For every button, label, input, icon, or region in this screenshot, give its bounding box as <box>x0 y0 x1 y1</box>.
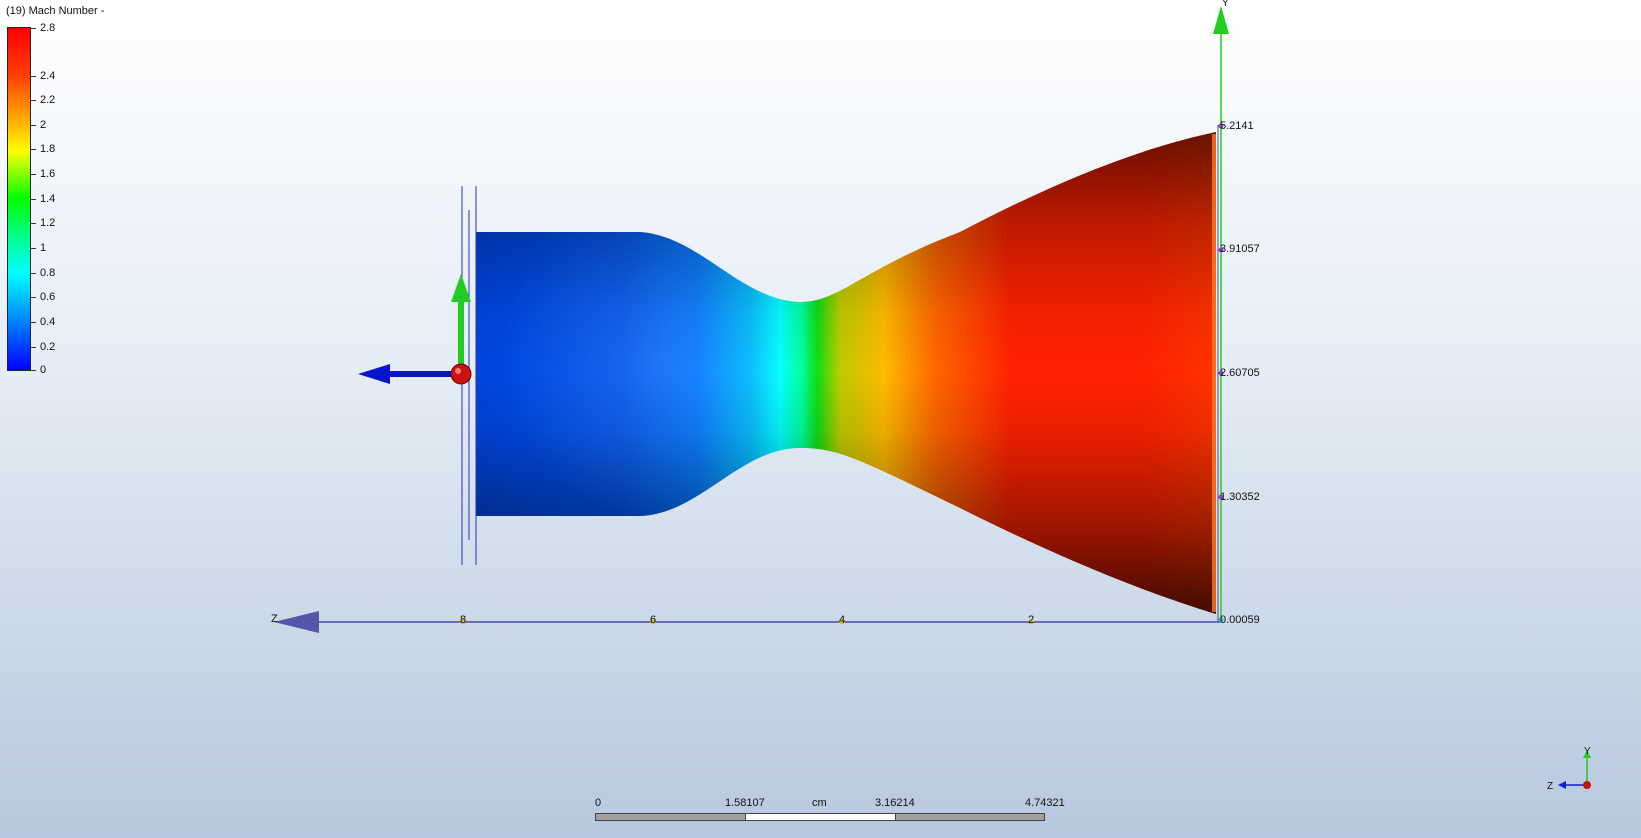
z-tick-label: 6 <box>650 614 656 626</box>
y-tick-label: 0.00059 <box>1220 614 1260 626</box>
scale-segment <box>895 813 1045 821</box>
z-axis: Z 8 6 4 2 <box>271 611 1221 633</box>
z-tick-label: 2 <box>1028 614 1034 626</box>
scale-label: 4.74321 <box>1025 797 1065 809</box>
y-tick-label: 2.60705 <box>1220 367 1260 379</box>
scale-unit-label: cm <box>812 797 827 809</box>
scale-label: 1.58107 <box>725 797 765 809</box>
axis-triad-icon: Y Z <box>1547 746 1591 790</box>
move-gizmo-icon[interactable] <box>358 274 472 385</box>
scale-segment <box>595 813 746 821</box>
y-tick-label: 1.30352 <box>1220 491 1260 503</box>
y-axis-label: Y <box>1222 0 1229 9</box>
z-tick-label: 4 <box>839 614 845 626</box>
3d-viewport[interactable]: (19) Mach Number - 2.8 2.4 2.2 2 1.8 1.6… <box>0 0 1641 838</box>
scale-bar: 0 1.58107 cm 3.16214 4.74321 <box>595 797 1065 829</box>
nozzle-scene: Z 8 6 4 2 Y 5.2141 3.91057 2.60705 1.303… <box>271 0 1260 633</box>
y-tick-label: 5.2141 <box>1220 120 1254 132</box>
triad-y-label: Y <box>1584 746 1591 757</box>
y-axis: Y 5.2141 3.91057 2.60705 1.30352 0.00059 <box>1213 0 1260 626</box>
triad-z-label: Z <box>1547 781 1553 790</box>
scale-segment <box>745 813 896 821</box>
y-tick-label: 3.91057 <box>1220 243 1260 255</box>
scale-label: 3.16214 <box>875 797 915 809</box>
scale-label: 0 <box>595 797 602 809</box>
z-tick-label: 8 <box>460 614 466 626</box>
z-axis-label: Z <box>271 613 278 625</box>
